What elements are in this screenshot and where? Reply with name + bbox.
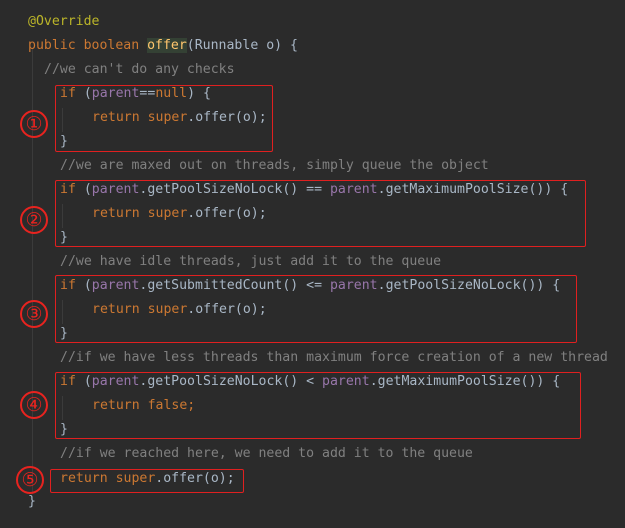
highlight-box-5 [50, 469, 244, 493]
comment-line: //we are maxed out on threads, simply qu… [60, 158, 489, 173]
highlight-box-4 [55, 372, 581, 439]
override-annotation: @Override [28, 14, 100, 29]
marker-5-icon: ⑤ [16, 466, 44, 494]
marker-4-icon: ④ [20, 391, 48, 419]
comment-line: //if we have less threads than maximum f… [60, 350, 608, 365]
comment-line: //if we reached here, we need to add it … [60, 446, 473, 461]
comment-line: //we have idle threads, just add it to t… [60, 254, 442, 269]
method-name-offer[interactable]: offer [147, 38, 187, 53]
highlight-box-2 [55, 180, 586, 247]
highlight-box-3 [55, 275, 577, 343]
code-line-signature: public boolean offer(Runnable o) { [28, 34, 298, 58]
marker-2-icon: ② [20, 206, 48, 234]
highlight-box-1 [55, 85, 273, 152]
marker-1-icon: ① [20, 110, 48, 138]
method-modifiers: public boolean [28, 38, 148, 53]
method-params: (Runnable o) { [186, 38, 298, 53]
comment-line: //we can't do any checks [44, 62, 235, 77]
marker-3-icon: ③ [20, 300, 48, 328]
code-line-annotation: @Override [28, 10, 99, 34]
